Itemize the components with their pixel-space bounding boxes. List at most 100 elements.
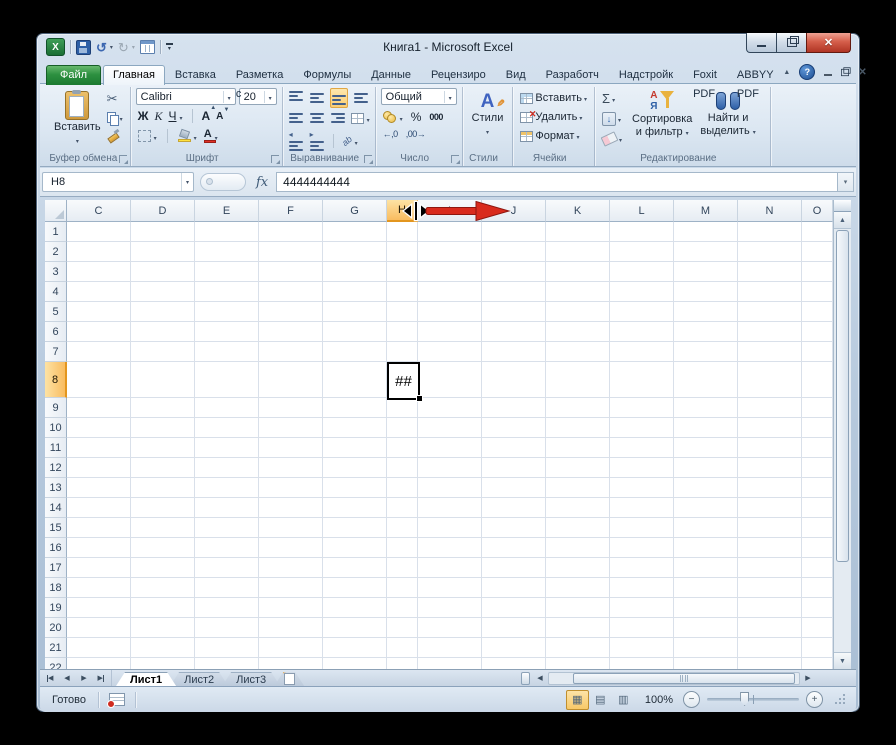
cell-G14[interactable] [323, 498, 387, 518]
cell-C11[interactable] [67, 438, 131, 458]
cell-D20[interactable] [131, 618, 195, 638]
clipboard-dialog-launcher-icon[interactable] [119, 155, 127, 163]
cell-E20[interactable] [195, 618, 259, 638]
cell-G3[interactable] [323, 262, 387, 282]
cell-F8[interactable] [259, 362, 323, 398]
cell-K13[interactable] [546, 478, 610, 498]
cell-K15[interactable] [546, 518, 610, 538]
minimize-button[interactable] [746, 33, 777, 53]
tab-split-handle[interactable] [521, 672, 530, 685]
font-size-combo[interactable]: 20 [239, 88, 277, 105]
cell-G21[interactable] [323, 638, 387, 658]
cell-H10[interactable] [387, 418, 418, 438]
sheet-tab-Лист2[interactable]: Лист2 [170, 672, 228, 686]
cell-G6[interactable] [323, 322, 387, 342]
column-header-C[interactable]: C [67, 200, 131, 222]
cell-M4[interactable] [674, 282, 738, 302]
cell-D7[interactable] [131, 342, 195, 362]
cell-K10[interactable] [546, 418, 610, 438]
cut-button[interactable]: ✂ [105, 90, 125, 108]
cell-K21[interactable] [546, 638, 610, 658]
sheet-tab-Лист3[interactable]: Лист3 [222, 672, 280, 686]
ribbon-tab-Foxit PDF[interactable]: Foxit PDF [683, 65, 727, 85]
cell-O14[interactable] [802, 498, 833, 518]
ribbon-tab-Вставка[interactable]: Вставка [165, 65, 226, 85]
cell-D22[interactable] [131, 658, 195, 669]
cell-D18[interactable] [131, 578, 195, 598]
percent-style-button[interactable]: % [411, 110, 422, 124]
scroll-right-button[interactable] [800, 670, 816, 686]
cell-I3[interactable] [418, 262, 482, 282]
cell-L10[interactable] [610, 418, 674, 438]
cell-M8[interactable] [674, 362, 738, 398]
row-header-12[interactable]: 12 [45, 458, 67, 478]
formula-bar-splitter[interactable] [200, 173, 246, 191]
column-header-E[interactable]: E [195, 200, 259, 222]
ribbon-tab-Рецензиро[interactable]: Рецензиро [421, 65, 496, 85]
horizontal-scrollbar[interactable] [548, 672, 800, 685]
cell-O6[interactable] [802, 322, 833, 342]
comma-style-button[interactable]: 000 [429, 112, 443, 122]
italic-button[interactable]: К [155, 110, 163, 123]
cell-F13[interactable] [259, 478, 323, 498]
page-layout-view-button[interactable] [589, 690, 612, 710]
cell-C20[interactable] [67, 618, 131, 638]
cell-N12[interactable] [738, 458, 802, 478]
cell-H22[interactable] [387, 658, 418, 669]
cell-I14[interactable] [418, 498, 482, 518]
row-header-10[interactable]: 10 [45, 418, 67, 438]
cell-N14[interactable] [738, 498, 802, 518]
cell-F14[interactable] [259, 498, 323, 518]
cell-L11[interactable] [610, 438, 674, 458]
macro-record-icon[interactable] [109, 693, 125, 706]
styles-dropdown-icon[interactable] [486, 125, 489, 140]
cell-K18[interactable] [546, 578, 610, 598]
cell-O7[interactable] [802, 342, 833, 362]
alignment-dialog-launcher-icon[interactable] [364, 155, 372, 163]
cell-M17[interactable] [674, 558, 738, 578]
cell-D3[interactable] [131, 262, 195, 282]
cell-L1[interactable] [610, 222, 674, 242]
cell-I20[interactable] [418, 618, 482, 638]
cell-M9[interactable] [674, 398, 738, 418]
cell-I7[interactable] [418, 342, 482, 362]
workbook-close-icon[interactable]: ✕ [858, 67, 866, 78]
cell-C12[interactable] [67, 458, 131, 478]
cell-D13[interactable] [131, 478, 195, 498]
cell-M13[interactable] [674, 478, 738, 498]
cell-I13[interactable] [418, 478, 482, 498]
cell-N3[interactable] [738, 262, 802, 282]
cell-I12[interactable] [418, 458, 482, 478]
cell-M19[interactable] [674, 598, 738, 618]
cell-J1[interactable] [482, 222, 546, 242]
row-header-1[interactable]: 1 [45, 222, 67, 242]
cell-H9[interactable] [387, 398, 418, 418]
cell-F5[interactable] [259, 302, 323, 322]
cell-K16[interactable] [546, 538, 610, 558]
cell-H15[interactable] [387, 518, 418, 538]
cell-D4[interactable] [131, 282, 195, 302]
fill-button[interactable]: ↓ [600, 111, 624, 127]
cell-E22[interactable] [195, 658, 259, 669]
cell-K17[interactable] [546, 558, 610, 578]
cell-N6[interactable] [738, 322, 802, 342]
cell-F2[interactable] [259, 242, 323, 262]
scroll-left-button[interactable] [532, 670, 548, 686]
cell-K8[interactable] [546, 362, 610, 398]
cell-D21[interactable] [131, 638, 195, 658]
cell-C15[interactable] [67, 518, 131, 538]
name-box[interactable]: H8 [42, 172, 194, 192]
cell-L20[interactable] [610, 618, 674, 638]
workbook-restore-icon[interactable] [841, 68, 849, 75]
cell-D14[interactable] [131, 498, 195, 518]
cell-J2[interactable] [482, 242, 546, 262]
cell-L17[interactable] [610, 558, 674, 578]
cell-L7[interactable] [610, 342, 674, 362]
increase-font-button[interactable]: A▲ [202, 109, 211, 123]
cell-E18[interactable] [195, 578, 259, 598]
cell-J8[interactable] [482, 362, 546, 398]
cell-O18[interactable] [802, 578, 833, 598]
align-center-button[interactable] [309, 111, 325, 125]
cell-N9[interactable] [738, 398, 802, 418]
cell-F9[interactable] [259, 398, 323, 418]
